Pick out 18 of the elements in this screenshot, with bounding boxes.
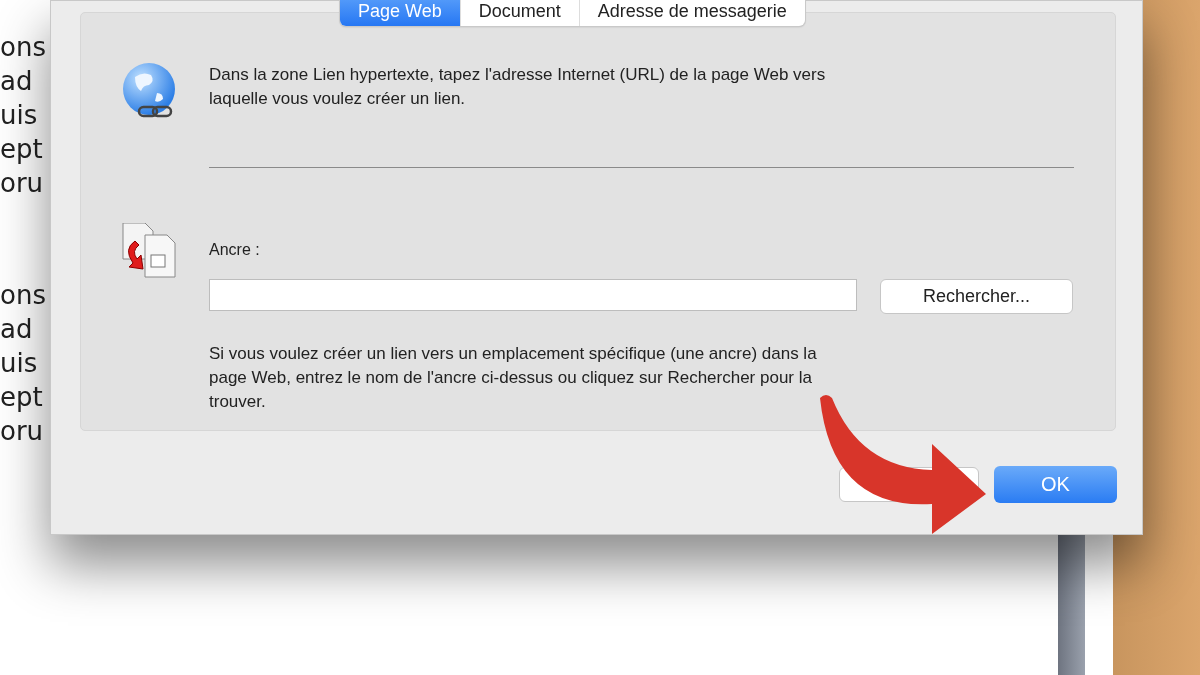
document-text: ons xyxy=(0,31,47,64)
anchor-input-field[interactable] xyxy=(209,279,857,311)
browse-button[interactable]: Rechercher... xyxy=(880,279,1073,314)
anchor-document-icon xyxy=(121,223,179,281)
document-text: ept xyxy=(0,381,44,414)
document-text: uis xyxy=(0,347,39,380)
document-text: ad xyxy=(0,65,34,98)
document-text: uis xyxy=(0,99,39,132)
help-text: Si vous voulez créer un lien vers un emplacement spécifique (une ancre) dans la page Web, entrez le nom de l'ancre ci-dessus ou cliquez sur Rechercher pour la trouver. xyxy=(209,343,818,413)
instruction-text: Dans la zone Lien hypertexte, tapez l'adresse Internet (URL) de la page Web vers laquelle vous voulez créer un lien. xyxy=(209,64,827,110)
document-text: ons xyxy=(0,279,47,312)
document-text: oru xyxy=(0,167,45,200)
tab[interactable]: Document xyxy=(459,0,579,26)
document-text: oru xyxy=(0,415,45,448)
document-text: ept xyxy=(0,133,44,166)
anchor-label: Ancre : xyxy=(209,241,261,259)
document-text: ad xyxy=(0,313,34,346)
tab[interactable]: Adresse de messagerie xyxy=(578,0,805,26)
